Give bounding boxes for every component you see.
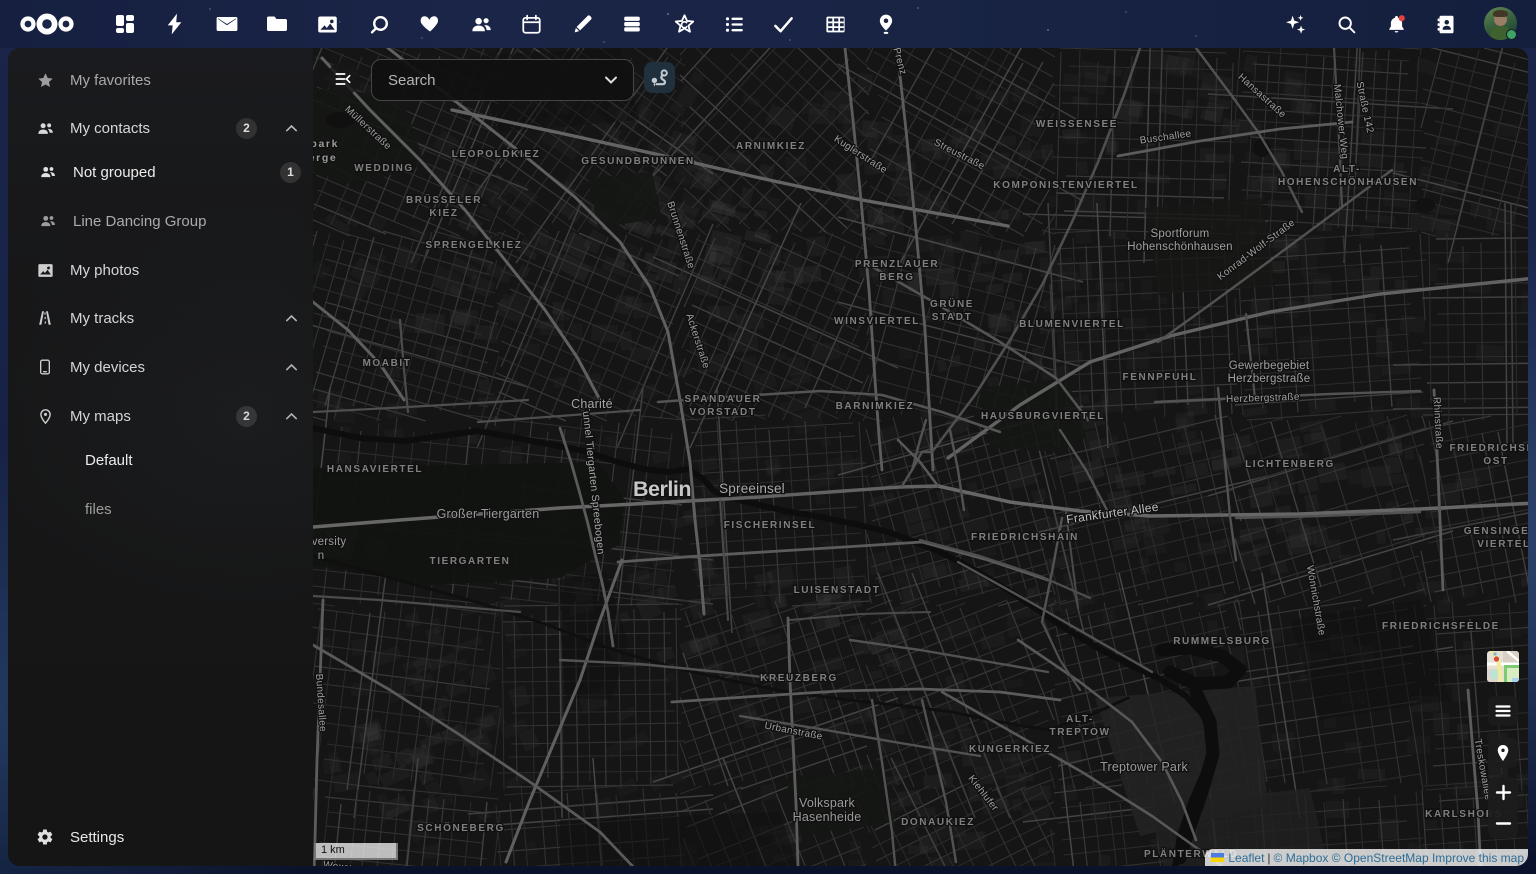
svg-text:FRIEDRICHSFELDE: FRIEDRICHSFELDE bbox=[1382, 621, 1500, 632]
svg-text:KREUZBERG: KREUZBERG bbox=[760, 673, 838, 684]
svg-text:GENSINGER: GENSINGER bbox=[1464, 526, 1528, 537]
svg-text:SPRENGELKIEZ: SPRENGELKIEZ bbox=[426, 240, 523, 251]
svg-text:DONAUKIEZ: DONAUKIEZ bbox=[901, 817, 975, 828]
svg-text:n: n bbox=[318, 550, 325, 562]
svg-text:OST: OST bbox=[1483, 456, 1508, 467]
svg-text:LICHTENBERG: LICHTENBERG bbox=[1245, 459, 1335, 470]
svg-text:FRIEDRICHSHAIN: FRIEDRICHSHAIN bbox=[971, 532, 1079, 543]
svg-text:Charité: Charité bbox=[571, 397, 613, 411]
svg-text:Treptower Park: Treptower Park bbox=[1100, 760, 1188, 774]
svg-text:Gewerbegebiet: Gewerbegebiet bbox=[1229, 360, 1310, 372]
svg-text:berge: berge bbox=[313, 152, 337, 164]
svg-text:spark: spark bbox=[313, 138, 339, 150]
svg-text:TREPTOW: TREPTOW bbox=[1049, 727, 1110, 738]
svg-text:Spreeinsel: Spreeinsel bbox=[719, 481, 785, 496]
svg-text:Herzbergstraße: Herzbergstraße bbox=[1228, 373, 1311, 385]
svg-text:WEISSENSEE: WEISSENSEE bbox=[1036, 119, 1118, 130]
svg-text:BERG: BERG bbox=[879, 272, 914, 283]
svg-text:LEOPOLDKIEZ: LEOPOLDKIEZ bbox=[452, 149, 541, 160]
svg-text:WINSVIERTEL: WINSVIERTEL bbox=[834, 316, 920, 327]
svg-text:WEDDING: WEDDING bbox=[354, 163, 414, 174]
svg-text:Volkspark: Volkspark bbox=[799, 796, 856, 810]
svg-text:HAUSBURGVIERTEL: HAUSBURGVIERTEL bbox=[981, 411, 1105, 422]
svg-text:KUNGERKIEZ: KUNGERKIEZ bbox=[969, 744, 1051, 755]
svg-text:GRÜNE: GRÜNE bbox=[930, 297, 974, 310]
svg-text:Hasenheide: Hasenheide bbox=[793, 810, 862, 824]
svg-text:ARNIMKIEZ: ARNIMKIEZ bbox=[736, 141, 806, 152]
svg-text:STADT: STADT bbox=[932, 312, 973, 323]
svg-text:BARNIMKIEZ: BARNIMKIEZ bbox=[836, 401, 915, 412]
svg-text:LUISENSTADT: LUISENSTADT bbox=[794, 585, 881, 596]
svg-text:KIEZ: KIEZ bbox=[429, 208, 458, 219]
svg-text:SCHÖNEBERG: SCHÖNEBERG bbox=[417, 821, 505, 834]
svg-text:RUMMELSBURG: RUMMELSBURG bbox=[1173, 636, 1271, 647]
svg-text:Großer Tiergarten: Großer Tiergarten bbox=[437, 507, 540, 521]
svg-text:ALT-: ALT- bbox=[1066, 714, 1094, 725]
svg-text:VIERTEL: VIERTEL bbox=[1477, 539, 1528, 550]
svg-text:FRIEDRICHSFE: FRIEDRICHSFE bbox=[1449, 443, 1528, 454]
svg-text:KOMPONISTENVIERTEL: KOMPONISTENVIERTEL bbox=[993, 180, 1138, 191]
svg-text:MOABIT: MOABIT bbox=[362, 358, 411, 369]
svg-text:VORSTADT: VORSTADT bbox=[689, 407, 756, 418]
svg-text:PRENZLAUER: PRENZLAUER bbox=[855, 259, 939, 270]
svg-text:Berlin: Berlin bbox=[633, 477, 691, 501]
svg-text:Sportforum: Sportforum bbox=[1151, 228, 1210, 240]
svg-text:TIERGARTEN: TIERGARTEN bbox=[430, 556, 511, 567]
svg-text:BLUMENVIERTEL: BLUMENVIERTEL bbox=[1019, 319, 1125, 330]
svg-text:ALT-: ALT- bbox=[1333, 164, 1361, 175]
svg-text:BRÜSSELER: BRÜSSELER bbox=[406, 193, 482, 206]
svg-text:SPANDAUER: SPANDAUER bbox=[685, 394, 762, 405]
svg-text:FENNPFUHL: FENNPFUHL bbox=[1123, 372, 1198, 383]
svg-text:versity: versity bbox=[313, 536, 346, 548]
svg-text:GESUNDBRUNNEN: GESUNDBRUNNEN bbox=[581, 156, 695, 167]
svg-text:HANSAVIERTEL: HANSAVIERTEL bbox=[327, 464, 423, 475]
svg-text:FISCHERINSEL: FISCHERINSEL bbox=[724, 520, 817, 531]
svg-text:Hohenschönhausen: Hohenschönhausen bbox=[1127, 241, 1233, 253]
svg-text:HOHENSCHÖNHAUSEN: HOHENSCHÖNHAUSEN bbox=[1278, 175, 1418, 188]
